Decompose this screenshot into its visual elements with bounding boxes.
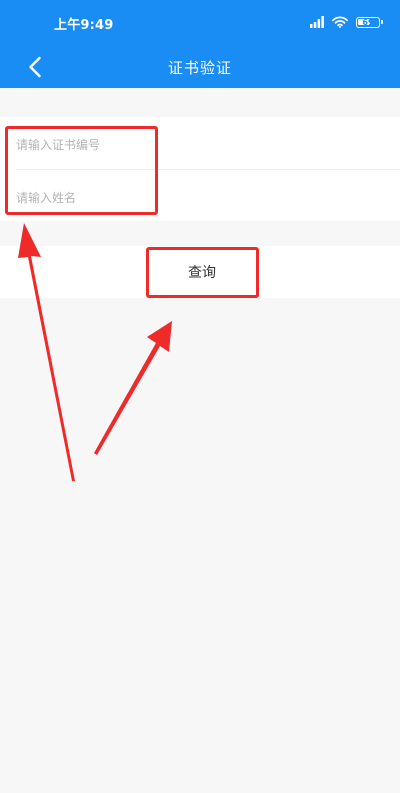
query-bar: 查询 [0,246,400,298]
status-icons: 69 [310,13,383,31]
status-time: 上午9:49 [54,18,114,33]
query-button[interactable]: 查询 [146,246,258,298]
form-card [0,117,400,221]
signal-icon [310,16,324,28]
battery-level: 69 [362,17,374,27]
status-bar: 上午9:49 69 [0,0,400,46]
arrow-to-query [94,321,172,455]
cert-number-input[interactable] [16,130,386,160]
page-title: 证书验证 [167,59,232,77]
nav-bar: 证书验证 [0,46,400,88]
name-input[interactable] [16,183,386,213]
wifi-icon [332,16,348,28]
battery-icon: 69 [356,16,383,28]
form-divider [16,169,400,170]
